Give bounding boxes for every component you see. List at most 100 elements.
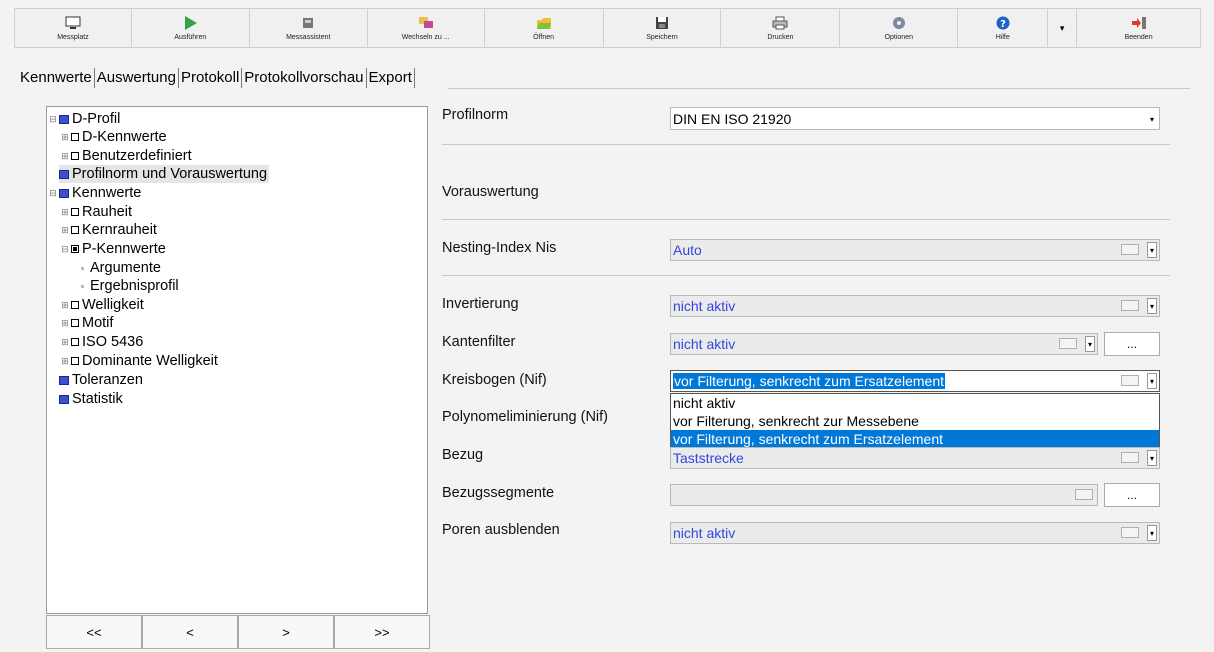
leaf-dot-icon [81, 284, 84, 288]
nesting-index-label: Nesting-Index Nis [442, 240, 557, 256]
tab-export[interactable]: Export [367, 68, 415, 88]
invertierung-select[interactable]: nicht aktiv ▾ [670, 295, 1160, 317]
messassistent-label: Messassistent [286, 34, 331, 41]
tree-item-motif[interactable]: ⊞ Motif [61, 314, 113, 332]
next-button[interactable]: > [238, 615, 334, 649]
collapse-icon[interactable]: ⊟ [49, 189, 57, 198]
hilfe-button[interactable]: ? Hilfe [958, 9, 1049, 47]
keyboard-icon[interactable] [1121, 527, 1139, 538]
hilfe-dropdown-button[interactable]: ▾ [1048, 9, 1078, 47]
tree-item-kennwerte[interactable]: ⊟ Kennwerte [49, 184, 141, 202]
nesting-index-select[interactable]: Auto ▾ [670, 239, 1160, 261]
profilnorm-select[interactable]: DIN EN ISO 21920 ▾ [670, 107, 1160, 130]
tree-item-d-kennwerte[interactable]: ⊞ D-Kennwerte [61, 128, 167, 146]
collapse-icon[interactable]: ⊟ [61, 245, 69, 254]
checkbox-icon[interactable] [71, 226, 79, 234]
tree-item-toleranzen[interactable]: Toleranzen [59, 371, 143, 389]
expand-icon[interactable]: ⊞ [61, 152, 69, 161]
chevron-down-icon[interactable]: ▾ [1085, 336, 1095, 352]
speichern-button[interactable]: Speichern [604, 9, 722, 47]
chevron-down-icon[interactable]: ▾ [1147, 111, 1157, 127]
dropdown-option[interactable]: vor Filterung, senkrecht zur Messebene [671, 412, 1159, 430]
tree-item-welligkeit[interactable]: ⊞ Welligkeit [61, 296, 144, 314]
chevron-down-icon[interactable]: ▾ [1147, 450, 1157, 466]
expand-icon[interactable]: ⊞ [61, 338, 69, 347]
kantenfilter-more-button[interactable]: ... [1104, 332, 1160, 356]
beenden-label: Beenden [1124, 34, 1153, 41]
bezug-select[interactable]: Taststrecke ▾ [670, 447, 1160, 469]
tab-kennwerte[interactable]: Kennwerte [18, 68, 95, 88]
kreisbogen-select[interactable]: vor Filterung, senkrecht zum Ersatzeleme… [670, 370, 1160, 392]
tree-item-label: D-Kennwerte [82, 129, 167, 145]
chevron-down-icon[interactable]: ▾ [1147, 373, 1157, 389]
tree-item-argumente[interactable]: Argumente [75, 259, 161, 277]
keyboard-icon[interactable] [1059, 338, 1077, 349]
tab-protokoll[interactable]: Protokoll [179, 68, 243, 88]
dropdown-option-selected[interactable]: vor Filterung, senkrecht zum Ersatzeleme… [671, 430, 1159, 448]
keyboard-icon[interactable] [1121, 300, 1139, 311]
checkbox-checked-icon[interactable] [71, 245, 79, 253]
tree-item-benutzerdefiniert[interactable]: ⊞ Benutzerdefiniert [61, 147, 191, 165]
tab-protokollvorschau[interactable]: Protokollvorschau [242, 68, 367, 88]
printer-icon [772, 15, 788, 31]
collapse-icon[interactable]: ⊟ [49, 115, 57, 124]
checkbox-icon[interactable] [71, 133, 79, 141]
tree-item-statistik[interactable]: Statistik [59, 390, 123, 408]
kreisbogen-value: vor Filterung, senkrecht zum Ersatzeleme… [673, 373, 945, 389]
expand-icon[interactable]: ⊞ [61, 226, 69, 235]
tree-item-label: Motif [82, 315, 114, 331]
bezugssegmente-more-button[interactable]: ... [1104, 483, 1160, 507]
checkbox-icon[interactable] [71, 301, 79, 309]
checkbox-icon[interactable] [71, 152, 79, 160]
tree-item-dominante-welligkeit[interactable]: ⊞ Dominante Welligkeit [61, 352, 218, 370]
chevron-down-icon[interactable]: ▾ [1147, 525, 1157, 541]
last-button[interactable]: >> [334, 615, 430, 649]
tab-auswertung[interactable]: Auswertung [95, 68, 179, 88]
keyboard-icon[interactable] [1075, 489, 1093, 500]
wechseln-zu-button[interactable]: Wechseln zu ... [368, 9, 485, 47]
tree-item-d-profil[interactable]: ⊟ D-Profil [49, 110, 120, 128]
expand-icon[interactable]: ⊞ [61, 357, 69, 366]
tree-item-profilnorm-und-vorauswertung[interactable]: Profilnorm und Vorauswertung [59, 165, 270, 183]
drucken-button[interactable]: Drucken [721, 9, 841, 47]
kantenfilter-select[interactable]: nicht aktiv ▾ [670, 333, 1098, 355]
oeffnen-button[interactable]: Öffnen [485, 9, 604, 47]
previous-button[interactable]: < [142, 615, 238, 649]
bezugssegmente-input[interactable] [670, 484, 1098, 506]
messassistent-button[interactable]: Messassistent [250, 9, 368, 47]
checkbox-icon[interactable] [71, 357, 79, 365]
monitor-icon [65, 15, 81, 31]
tab-underline [448, 88, 1190, 89]
messplatz-label: Messplatz [57, 34, 89, 41]
tree-item-rauheit[interactable]: ⊞ Rauheit [61, 203, 132, 221]
dropdown-option[interactable]: nicht aktiv [671, 394, 1159, 412]
optionen-button[interactable]: Optionen [840, 9, 959, 47]
keyboard-icon[interactable] [1121, 244, 1139, 255]
first-button[interactable]: << [46, 615, 142, 649]
keyboard-icon[interactable] [1121, 375, 1139, 386]
checkbox-icon[interactable] [71, 208, 79, 216]
tree-item-p-kennwerte[interactable]: ⊟ P-Kennwerte [61, 240, 166, 258]
tree-item-iso-5436[interactable]: ⊞ ISO 5436 [61, 333, 143, 351]
chevron-down-icon[interactable]: ▾ [1147, 298, 1157, 314]
checkbox-icon[interactable] [71, 319, 79, 327]
expand-icon[interactable]: ⊞ [61, 301, 69, 310]
tree-item-ergebnisprofil[interactable]: Ergebnisprofil [75, 277, 179, 295]
chevron-down-icon[interactable]: ▾ [1147, 242, 1157, 258]
tree-item-label: P-Kennwerte [82, 241, 166, 257]
expand-icon[interactable]: ⊞ [61, 319, 69, 328]
tree-item-label: Kernrauheit [82, 222, 157, 238]
messplatz-button[interactable]: Messplatz [15, 9, 132, 47]
checkbox-icon[interactable] [71, 338, 79, 346]
keyboard-icon[interactable] [1121, 452, 1139, 463]
hilfe-label: Hilfe [995, 34, 1010, 41]
poren-ausblenden-select[interactable]: nicht aktiv ▾ [670, 522, 1160, 544]
expand-icon[interactable]: ⊞ [61, 208, 69, 217]
ausfuehren-button[interactable]: Ausführen [132, 9, 250, 47]
vorauswertung-heading: Vorauswertung [442, 184, 539, 200]
tree-item-label: Argumente [90, 260, 161, 276]
expand-icon[interactable]: ⊞ [61, 133, 69, 142]
tree-item-kernrauheit[interactable]: ⊞ Kernrauheit [61, 221, 157, 239]
beenden-button[interactable]: Beenden [1077, 9, 1200, 47]
folder-open-icon [536, 15, 552, 31]
